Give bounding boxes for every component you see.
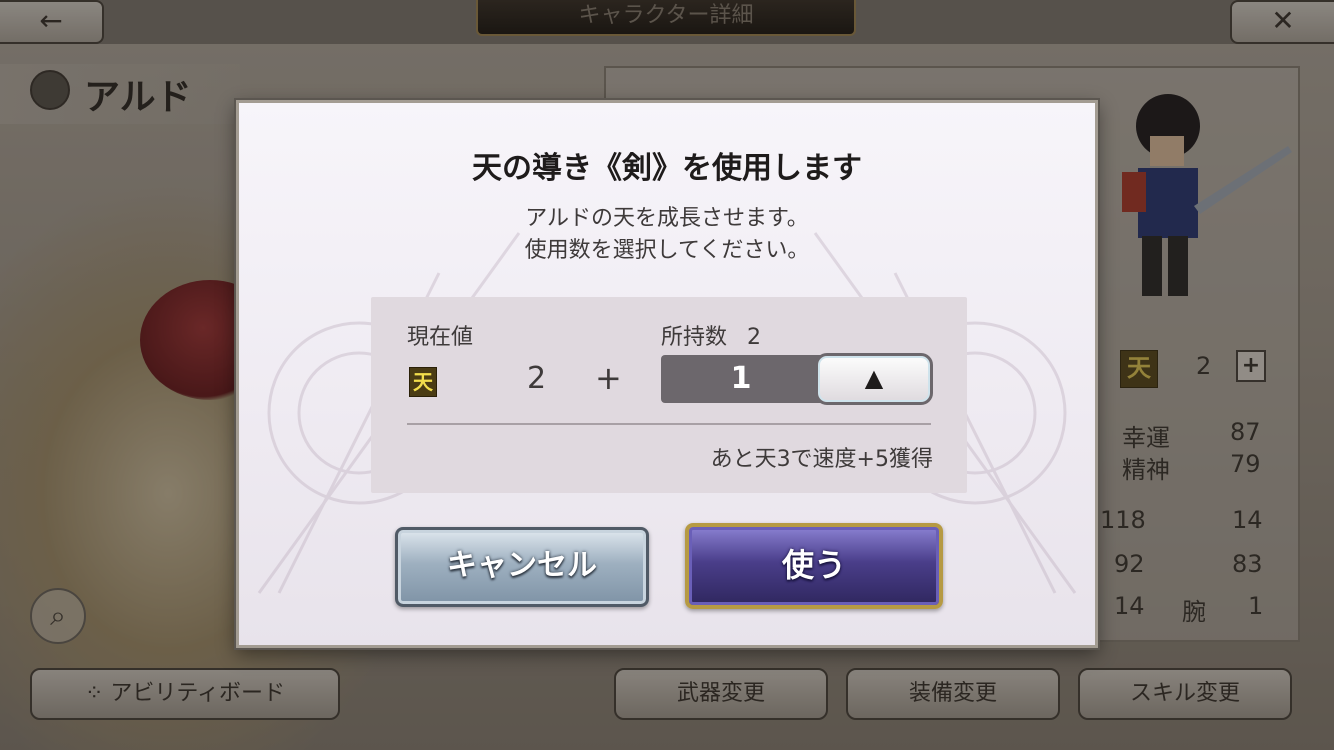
next-bonus-hint: あと天3で速度+5獲得 [710,447,933,472]
current-value-label: 現在値 [407,325,474,350]
quantity-display: 1 [661,355,821,403]
owned-count-value: 2 [747,325,762,350]
owned-label-text: 所持数 [661,325,728,350]
current-value: 2 [527,361,547,396]
use-item-dialog: 天の導き《剣》を使用します アルドの天を成長させます。 使用数を選択してください… [236,100,1098,648]
up-arrow-icon: ▲ [864,364,884,392]
quantity-panel: 現在値 所持数 2 天 2 + 1 ▲ あと天3で速度+5獲得 [371,297,967,493]
cancel-button[interactable]: キャンセル [395,527,649,607]
dialog-message-line: 使用数を選択してください。 [524,238,810,263]
dialog-title: 天の導き《剣》を使用します [472,151,862,186]
plus-sign: + [595,359,622,397]
sky-icon: 天 [409,367,437,397]
increase-button[interactable]: ▲ [815,353,933,405]
dialog-message-line: アルドの天を成長させます。 [525,206,809,231]
use-button[interactable]: 使う [685,523,943,609]
dialog-message: アルドの天を成長させます。 使用数を選択してください。 [239,203,1095,267]
owned-count-label: 所持数 2 [661,319,761,351]
divider [407,423,931,425]
